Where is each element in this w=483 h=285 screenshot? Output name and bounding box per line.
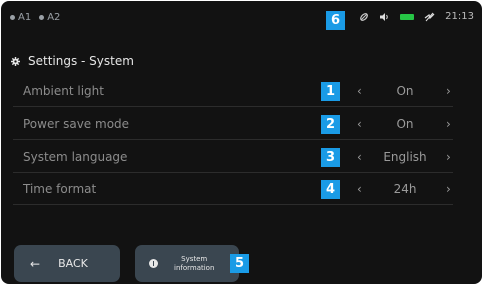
chevron-left-icon[interactable]: ‹: [357, 150, 362, 164]
setting-label: Time format: [23, 182, 97, 196]
signal-off-icon: [424, 12, 435, 21]
back-button[interactable]: ← BACK: [14, 245, 120, 282]
chevron-left-icon[interactable]: ‹: [357, 117, 362, 131]
callout-badge-1: 1: [321, 82, 340, 101]
battery-icon: [400, 13, 415, 20]
setting-row-ambient-light[interactable]: Ambient light 1 ‹ On ›: [13, 76, 453, 107]
setting-value: On: [396, 84, 414, 98]
device-screen: A1 A2 6 21:13 Settings - System Ambient …: [1, 1, 482, 284]
chevron-right-icon[interactable]: ›: [446, 182, 451, 196]
setting-value: On: [396, 117, 414, 131]
indicator-a2: A2: [39, 12, 60, 23]
setting-row-system-language[interactable]: System language 3 ‹ English ›: [13, 142, 453, 173]
page-title: Settings - System: [28, 54, 134, 68]
page-header: Settings - System: [11, 54, 134, 68]
setting-row-power-save-mode[interactable]: Power save mode 2 ‹ On ›: [13, 109, 453, 140]
setting-label: Power save mode: [23, 117, 130, 131]
status-right: 21:13: [359, 11, 474, 22]
callout-badge-4: 4: [321, 180, 340, 199]
callout-badge-6: 6: [326, 11, 345, 30]
status-indicators: A1 A2: [10, 12, 60, 23]
setting-value: English: [383, 150, 427, 164]
chevron-left-icon[interactable]: ‹: [357, 182, 362, 196]
setting-row-time-format[interactable]: Time format 4 ‹ 24h ›: [13, 174, 453, 205]
callout-badge-2: 2: [321, 115, 340, 134]
info-icon: [149, 259, 158, 268]
volume-icon: [380, 12, 388, 21]
system-information-button[interactable]: System information: [135, 245, 239, 282]
chevron-right-icon[interactable]: ›: [446, 150, 451, 164]
setting-label: System language: [23, 150, 128, 164]
gear-icon: [11, 56, 20, 66]
chevron-right-icon[interactable]: ›: [446, 117, 451, 131]
clock: 21:13: [445, 11, 474, 22]
setting-label: Ambient light: [23, 84, 104, 98]
chevron-left-icon[interactable]: ‹: [357, 84, 362, 98]
chevron-right-icon[interactable]: ›: [446, 84, 451, 98]
indicator-a1: A1: [10, 12, 31, 23]
arrow-left-icon: ←: [30, 256, 41, 271]
setting-value: 24h: [393, 182, 417, 196]
system-information-label: System information: [174, 254, 215, 272]
callout-badge-5: 5: [230, 254, 249, 273]
callout-badge-3: 3: [321, 148, 340, 167]
leaf-icon: [360, 12, 369, 21]
back-button-label: BACK: [58, 257, 88, 270]
